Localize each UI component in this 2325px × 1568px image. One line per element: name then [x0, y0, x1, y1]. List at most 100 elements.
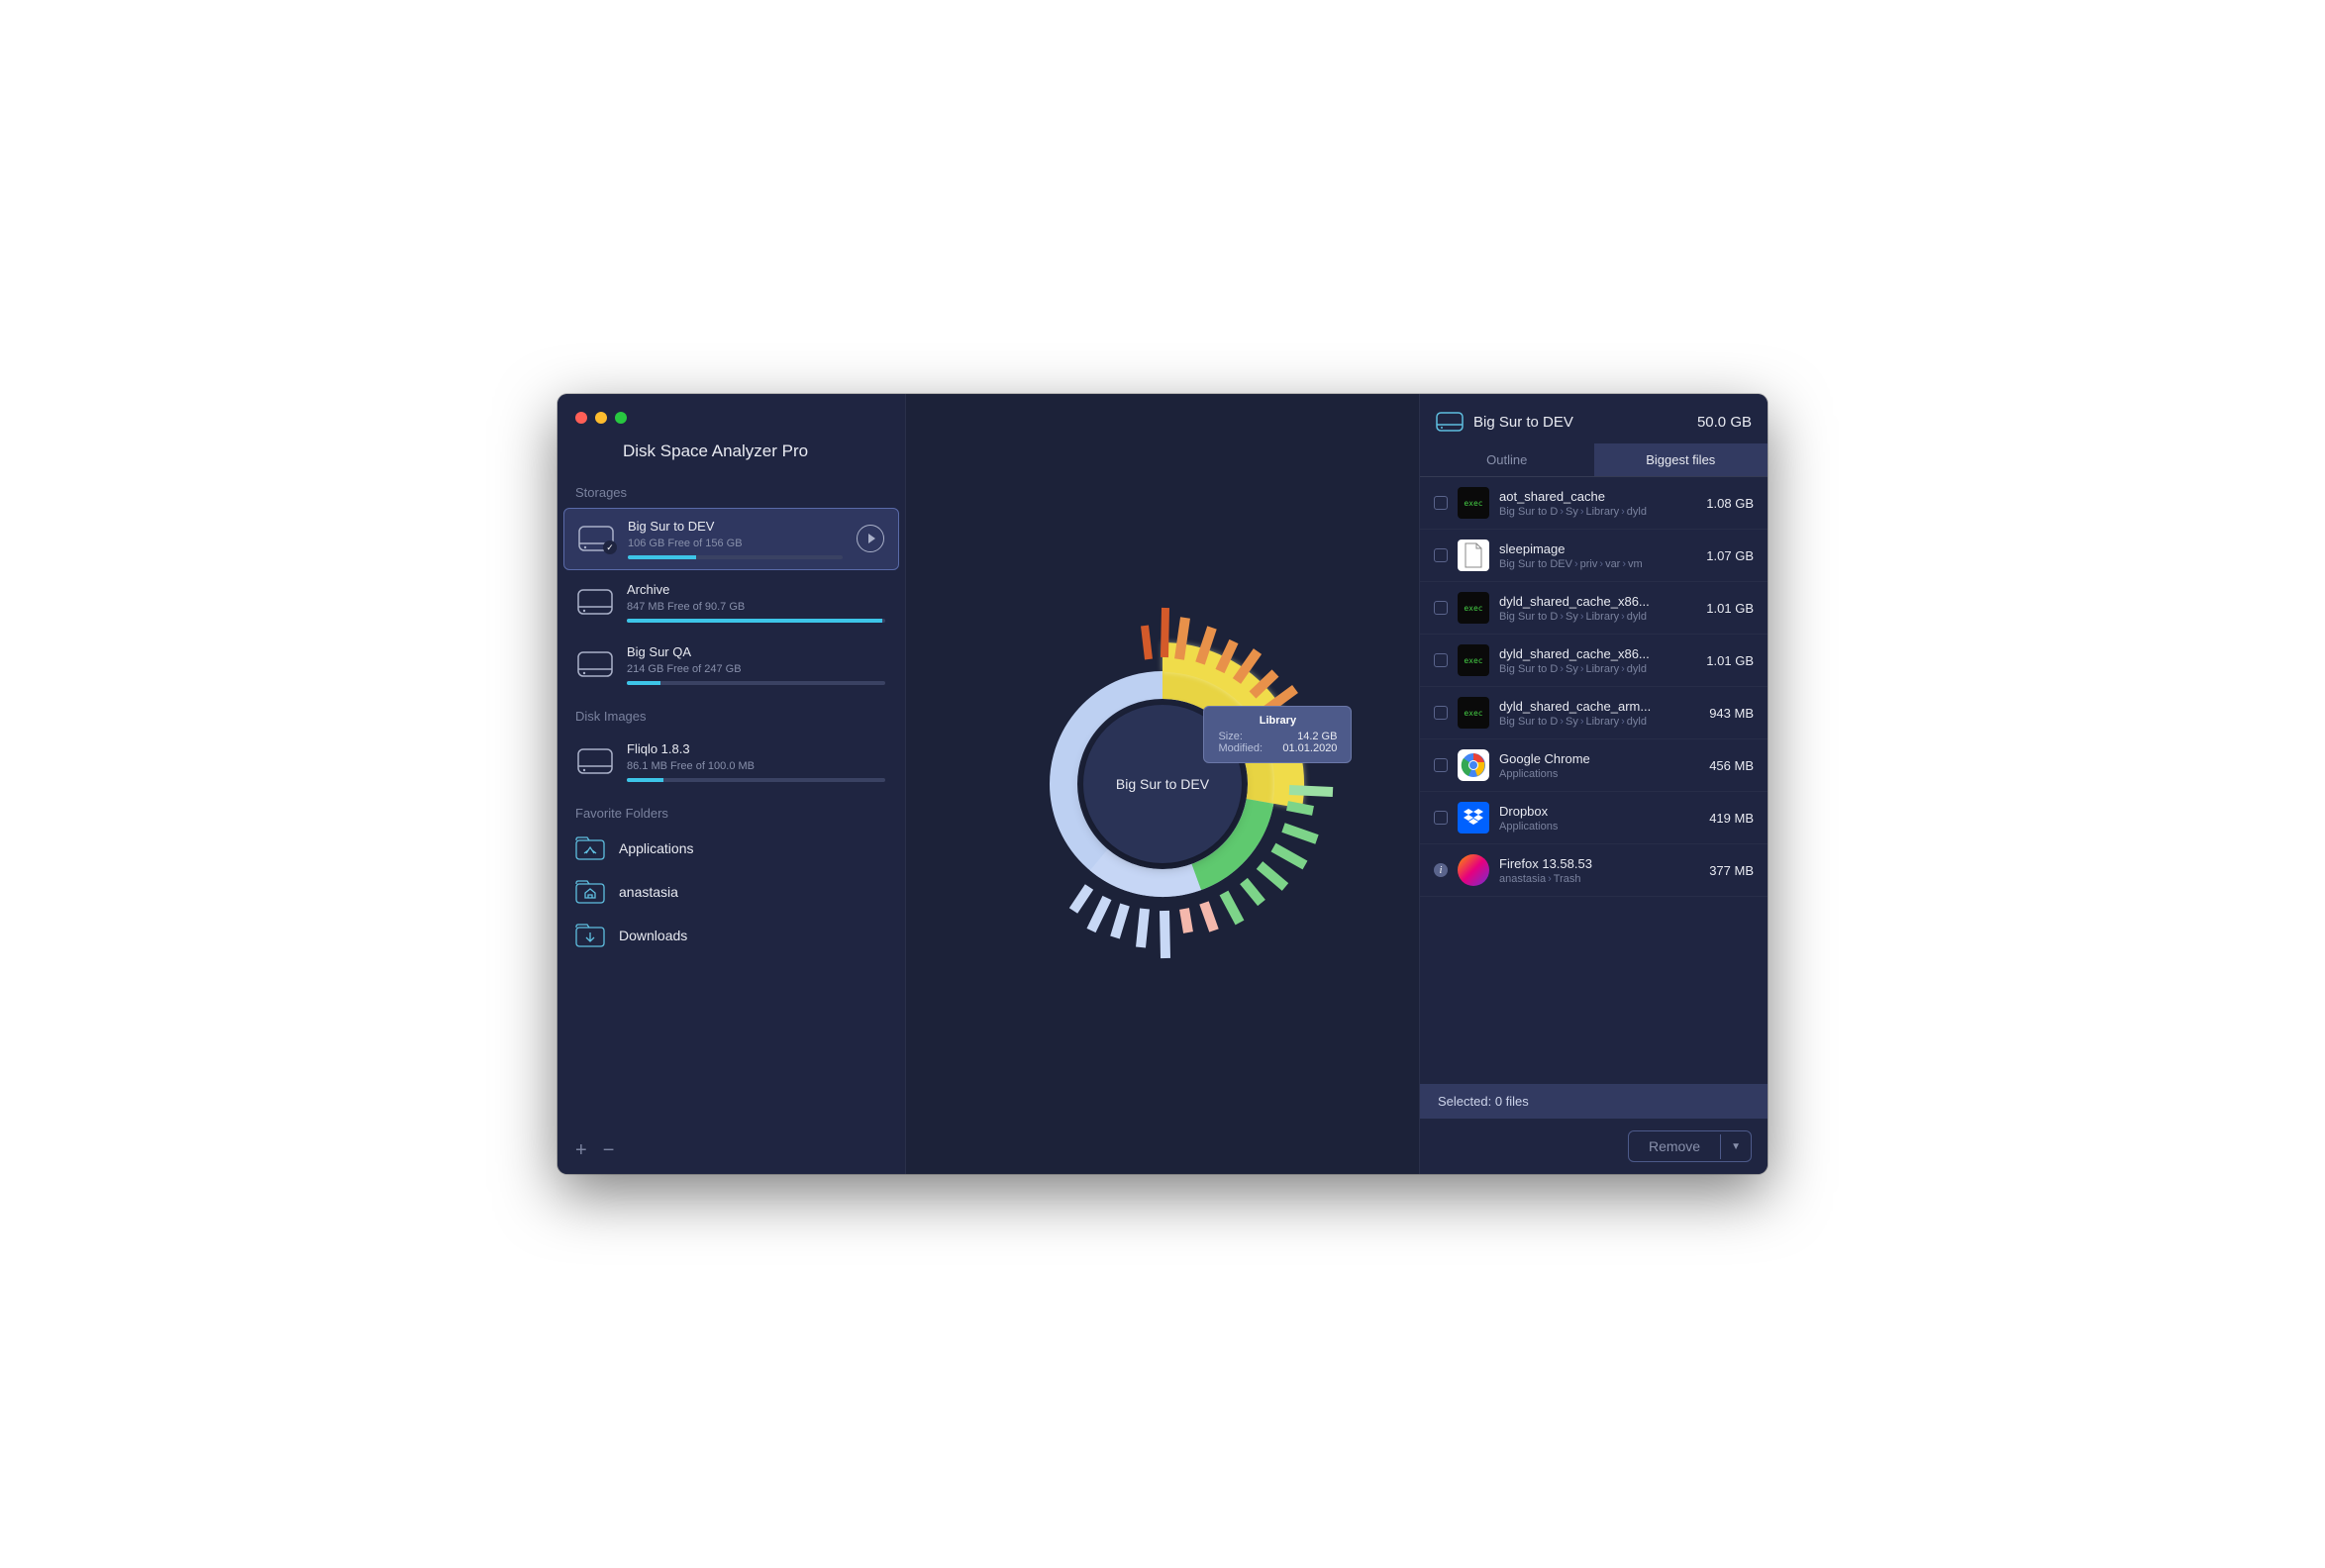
file-name: Dropbox — [1499, 804, 1699, 819]
favorite-label: Downloads — [619, 928, 687, 943]
file-name: Firefox 13.58.53 — [1499, 856, 1699, 871]
right-panel-size: 50.0 GB — [1697, 414, 1752, 431]
scan-play-button[interactable] — [857, 525, 884, 552]
file-checkbox[interactable] — [1434, 811, 1448, 825]
sidebar: Disk Space Analyzer Pro Storages ✓ Big S… — [557, 394, 906, 1174]
folder-icon — [575, 836, 605, 860]
file-row[interactable]: exec dyld_shared_cache_x86... Big Sur to… — [1420, 582, 1768, 635]
file-list[interactable]: exec aot_shared_cache Big Sur to D›Sy›Li… — [1420, 477, 1768, 1084]
favorite-folder-item[interactable]: Applications — [557, 827, 905, 870]
sunburst-chart[interactable]: Big Sur to DEV — [994, 616, 1331, 952]
file-row[interactable]: exec dyld_shared_cache_x86... Big Sur to… — [1420, 635, 1768, 687]
add-button[interactable]: + — [575, 1140, 587, 1160]
section-label-storages: Storages — [557, 473, 905, 506]
selected-bar: Selected: 0 files — [1420, 1084, 1768, 1119]
right-panel-header: Big Sur to DEV 50.0 GB — [1420, 394, 1768, 443]
storage-item[interactable]: Big Sur QA 214 GB Free of 247 GB — [563, 635, 899, 695]
progress-bar — [627, 681, 885, 685]
info-icon[interactable]: i — [1434, 863, 1448, 877]
file-path: Applications — [1499, 768, 1699, 780]
exec-icon: exec — [1458, 487, 1489, 519]
folder-icon — [575, 880, 605, 904]
favorite-folder-item[interactable]: Downloads — [557, 914, 905, 957]
document-icon — [1458, 539, 1489, 571]
file-size: 1.07 GB — [1706, 548, 1754, 563]
remove-button[interactable]: − — [603, 1140, 615, 1160]
folder-icon — [575, 924, 605, 947]
file-name: sleepimage — [1499, 541, 1696, 556]
remove-button[interactable]: Remove ▼ — [1628, 1130, 1752, 1162]
file-path: Big Sur to DEV›priv›var›vm — [1499, 558, 1696, 570]
storage-item[interactable]: Archive 847 MB Free of 90.7 GB — [563, 572, 899, 633]
app-window: Disk Space Analyzer Pro Storages ✓ Big S… — [557, 394, 1768, 1174]
file-path: anastasia›Trash — [1499, 873, 1699, 885]
tooltip-title: Library — [1218, 715, 1337, 727]
right-panel-footer: Remove ▼ — [1420, 1119, 1768, 1174]
file-row[interactable]: exec dyld_shared_cache_arm... Big Sur to… — [1420, 687, 1768, 739]
minimize-window-button[interactable] — [595, 412, 607, 424]
file-row[interactable]: exec aot_shared_cache Big Sur to D›Sy›Li… — [1420, 477, 1768, 530]
file-row[interactable]: Dropbox Applications 419 MB — [1420, 792, 1768, 844]
disk-icon — [1436, 412, 1464, 432]
sunburst-tooltip: Library Size: 14.2 GB Modified: 01.01.20… — [1203, 706, 1352, 763]
file-checkbox[interactable] — [1434, 601, 1448, 615]
storage-sub: 106 GB Free of 156 GB — [628, 538, 843, 549]
tab-outline[interactable]: Outline — [1420, 443, 1594, 476]
file-size: 456 MB — [1709, 758, 1754, 773]
file-name: dyld_shared_cache_arm... — [1499, 699, 1699, 714]
favorite-label: Applications — [619, 840, 694, 856]
storage-name: Fliqlo 1.8.3 — [627, 741, 885, 758]
progress-bar — [627, 619, 885, 623]
exec-icon: exec — [1458, 644, 1489, 676]
file-name: dyld_shared_cache_x86... — [1499, 594, 1696, 609]
traffic-lights — [575, 412, 627, 424]
file-size: 419 MB — [1709, 811, 1754, 826]
file-size: 1.01 GB — [1706, 653, 1754, 668]
file-checkbox[interactable] — [1434, 548, 1448, 562]
file-size: 943 MB — [1709, 706, 1754, 721]
storage-item[interactable]: ✓ Big Sur to DEV 106 GB Free of 156 GB — [563, 508, 899, 570]
chevron-down-icon[interactable]: ▼ — [1720, 1134, 1751, 1159]
file-checkbox[interactable] — [1434, 758, 1448, 772]
app-title: Disk Space Analyzer Pro — [557, 441, 905, 473]
tabs: Outline Biggest files — [1420, 443, 1768, 477]
file-checkbox[interactable] — [1434, 706, 1448, 720]
file-row[interactable]: sleepimage Big Sur to DEV›priv›var›vm 1.… — [1420, 530, 1768, 582]
chrome-icon — [1458, 749, 1489, 781]
disk-icon — [577, 651, 613, 677]
file-name: Google Chrome — [1499, 751, 1699, 766]
storage-name: Big Sur QA — [627, 644, 885, 661]
file-path: Big Sur to D›Sy›Library›dyld — [1499, 663, 1696, 675]
tab-biggest-files[interactable]: Biggest files — [1594, 443, 1769, 476]
storage-name: Big Sur to DEV — [628, 519, 843, 536]
progress-bar — [627, 778, 885, 782]
file-name: aot_shared_cache — [1499, 489, 1696, 504]
file-row[interactable]: Google Chrome Applications 456 MB — [1420, 739, 1768, 792]
section-label-disk-images: Disk Images — [557, 697, 905, 730]
sidebar-footer: + − — [557, 1127, 905, 1174]
favorite-folder-item[interactable]: anastasia — [557, 870, 905, 914]
file-path: Big Sur to D›Sy›Library›dyld — [1499, 506, 1696, 518]
exec-icon: exec — [1458, 697, 1489, 729]
right-panel-title: Big Sur to DEV — [1473, 414, 1687, 431]
file-checkbox[interactable] — [1434, 653, 1448, 667]
dropbox-icon — [1458, 802, 1489, 833]
storage-item[interactable]: Fliqlo 1.8.3 86.1 MB Free of 100.0 MB — [563, 732, 899, 792]
file-path: Applications — [1499, 821, 1699, 833]
favorite-label: anastasia — [619, 884, 678, 900]
file-path: Big Sur to D›Sy›Library›dyld — [1499, 611, 1696, 623]
storage-sub: 214 GB Free of 247 GB — [627, 663, 885, 675]
file-size: 1.01 GB — [1706, 601, 1754, 616]
disk-icon — [577, 748, 613, 774]
file-row[interactable]: i Firefox 13.58.53 anastasia›Trash 377 M… — [1420, 844, 1768, 897]
exec-icon: exec — [1458, 592, 1489, 624]
maximize-window-button[interactable] — [615, 412, 627, 424]
close-window-button[interactable] — [575, 412, 587, 424]
storage-name: Archive — [627, 582, 885, 599]
file-path: Big Sur to D›Sy›Library›dyld — [1499, 716, 1699, 728]
disk-icon: ✓ — [578, 526, 614, 551]
disk-icon — [577, 589, 613, 615]
progress-bar — [628, 555, 843, 559]
firefox-icon — [1458, 854, 1489, 886]
file-checkbox[interactable] — [1434, 496, 1448, 510]
